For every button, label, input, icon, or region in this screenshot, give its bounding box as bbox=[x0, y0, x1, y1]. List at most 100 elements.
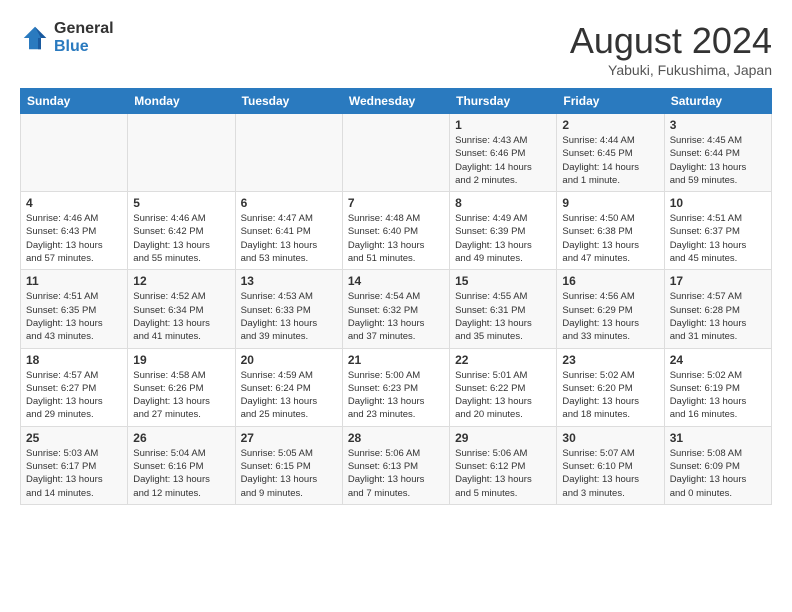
day-number: 6 bbox=[241, 196, 337, 210]
calendar-week-row: 4Sunrise: 4:46 AMSunset: 6:43 PMDaylight… bbox=[21, 192, 772, 270]
day-info: Sunrise: 4:45 AMSunset: 6:44 PMDaylight:… bbox=[670, 134, 766, 187]
day-info: Sunrise: 4:51 AMSunset: 6:35 PMDaylight:… bbox=[26, 290, 122, 343]
day-info: Sunrise: 5:07 AMSunset: 6:10 PMDaylight:… bbox=[562, 447, 658, 500]
day-info: Sunrise: 4:53 AMSunset: 6:33 PMDaylight:… bbox=[241, 290, 337, 343]
calendar-cell: 3 Sunrise: 4:45 AMSunset: 6:44 PMDaylight… bbox=[664, 114, 771, 192]
calendar-cell: 24 Sunrise: 5:02 AMSunset: 6:19 PMDayligh… bbox=[664, 348, 771, 426]
day-number: 12 bbox=[133, 274, 229, 288]
calendar-cell: 9 Sunrise: 4:50 AMSunset: 6:38 PMDaylight… bbox=[557, 192, 664, 270]
month-title: August 2024 bbox=[570, 20, 772, 62]
weekday-header-tuesday: Tuesday bbox=[235, 89, 342, 114]
day-number: 15 bbox=[455, 274, 551, 288]
day-info: Sunrise: 5:08 AMSunset: 6:09 PMDaylight:… bbox=[670, 447, 766, 500]
day-info: Sunrise: 4:49 AMSunset: 6:39 PMDaylight:… bbox=[455, 212, 551, 265]
day-number: 21 bbox=[348, 353, 444, 367]
calendar-cell: 6Sunrise: 4:47 AMSunset: 6:41 PMDaylight… bbox=[235, 192, 342, 270]
day-info: Sunrise: 5:03 AMSunset: 6:17 PMDaylight:… bbox=[26, 447, 122, 500]
page-header: General Blue August 2024 Yabuki, Fukushi… bbox=[20, 20, 772, 78]
day-number: 28 bbox=[348, 431, 444, 445]
day-number: 13 bbox=[241, 274, 337, 288]
day-info: Sunrise: 4:55 AMSunset: 6:31 PMDaylight:… bbox=[455, 290, 551, 343]
calendar-cell: 28 Sunrise: 5:06 AMSunset: 6:13 PMDayligh… bbox=[342, 426, 449, 504]
logo-blue-text: Blue bbox=[54, 38, 114, 56]
calendar-cell bbox=[235, 114, 342, 192]
day-info: Sunrise: 4:44 AMSunset: 6:45 PMDaylight:… bbox=[562, 134, 658, 187]
calendar-cell: 30Sunrise: 5:07 AMSunset: 6:10 PMDayligh… bbox=[557, 426, 664, 504]
day-number: 11 bbox=[26, 274, 122, 288]
calendar-cell: 11 Sunrise: 4:51 AMSunset: 6:35 PMDayligh… bbox=[21, 270, 128, 348]
calendar-cell: 19 Sunrise: 4:58 AMSunset: 6:26 PMDayligh… bbox=[128, 348, 235, 426]
weekday-header-sunday: Sunday bbox=[21, 89, 128, 114]
title-area: August 2024 Yabuki, Fukushima, Japan bbox=[570, 20, 772, 78]
calendar-cell: 31Sunrise: 5:08 AMSunset: 6:09 PMDayligh… bbox=[664, 426, 771, 504]
calendar-cell: 29Sunrise: 5:06 AMSunset: 6:12 PMDayligh… bbox=[450, 426, 557, 504]
day-number: 19 bbox=[133, 353, 229, 367]
day-number: 5 bbox=[133, 196, 229, 210]
day-number: 20 bbox=[241, 353, 337, 367]
calendar-cell bbox=[128, 114, 235, 192]
day-number: 1 bbox=[455, 118, 551, 132]
day-number: 23 bbox=[562, 353, 658, 367]
day-info: Sunrise: 4:57 AMSunset: 6:27 PMDaylight:… bbox=[26, 369, 122, 422]
calendar-table: SundayMondayTuesdayWednesdayThursdayFrid… bbox=[20, 88, 772, 505]
weekday-header-wednesday: Wednesday bbox=[342, 89, 449, 114]
day-number: 10 bbox=[670, 196, 766, 210]
day-info: Sunrise: 4:54 AMSunset: 6:32 PMDaylight:… bbox=[348, 290, 444, 343]
calendar-cell: 1 Sunrise: 4:43 AMSunset: 6:46 PMDaylight… bbox=[450, 114, 557, 192]
calendar-cell: 12 Sunrise: 4:52 AMSunset: 6:34 PMDayligh… bbox=[128, 270, 235, 348]
day-number: 27 bbox=[241, 431, 337, 445]
day-info: Sunrise: 5:06 AMSunset: 6:13 PMDaylight:… bbox=[348, 447, 444, 500]
calendar-cell: 20 Sunrise: 4:59 AMSunset: 6:24 PMDayligh… bbox=[235, 348, 342, 426]
calendar-cell: 18Sunrise: 4:57 AMSunset: 6:27 PMDayligh… bbox=[21, 348, 128, 426]
day-number: 8 bbox=[455, 196, 551, 210]
day-info: Sunrise: 4:50 AMSunset: 6:38 PMDaylight:… bbox=[562, 212, 658, 265]
day-info: Sunrise: 5:04 AMSunset: 6:16 PMDaylight:… bbox=[133, 447, 229, 500]
day-number: 3 bbox=[670, 118, 766, 132]
logo: General Blue bbox=[20, 20, 114, 55]
calendar-week-row: 1 Sunrise: 4:43 AMSunset: 6:46 PMDaylight… bbox=[21, 114, 772, 192]
calendar-cell: 2 Sunrise: 4:44 AMSunset: 6:45 PMDaylight… bbox=[557, 114, 664, 192]
day-number: 2 bbox=[562, 118, 658, 132]
calendar-cell: 13 Sunrise: 4:53 AMSunset: 6:33 PMDayligh… bbox=[235, 270, 342, 348]
calendar-cell: 26 Sunrise: 5:04 AMSunset: 6:16 PMDayligh… bbox=[128, 426, 235, 504]
day-number: 25 bbox=[26, 431, 122, 445]
calendar-cell: 14 Sunrise: 4:54 AMSunset: 6:32 PMDayligh… bbox=[342, 270, 449, 348]
day-info: Sunrise: 4:58 AMSunset: 6:26 PMDaylight:… bbox=[133, 369, 229, 422]
day-number: 9 bbox=[562, 196, 658, 210]
calendar-cell: 7Sunrise: 4:48 AMSunset: 6:40 PMDaylight… bbox=[342, 192, 449, 270]
weekday-header-row: SundayMondayTuesdayWednesdayThursdayFrid… bbox=[21, 89, 772, 114]
weekday-header-friday: Friday bbox=[557, 89, 664, 114]
calendar-cell: 25 Sunrise: 5:03 AMSunset: 6:17 PMDayligh… bbox=[21, 426, 128, 504]
day-info: Sunrise: 5:01 AMSunset: 6:22 PMDaylight:… bbox=[455, 369, 551, 422]
calendar-cell bbox=[342, 114, 449, 192]
day-info: Sunrise: 4:59 AMSunset: 6:24 PMDaylight:… bbox=[241, 369, 337, 422]
day-number: 29 bbox=[455, 431, 551, 445]
calendar-cell: 8 Sunrise: 4:49 AMSunset: 6:39 PMDaylight… bbox=[450, 192, 557, 270]
weekday-header-thursday: Thursday bbox=[450, 89, 557, 114]
calendar-cell: 5Sunrise: 4:46 AMSunset: 6:42 PMDaylight… bbox=[128, 192, 235, 270]
calendar-cell: 15 Sunrise: 4:55 AMSunset: 6:31 PMDayligh… bbox=[450, 270, 557, 348]
day-number: 24 bbox=[670, 353, 766, 367]
day-info: Sunrise: 4:52 AMSunset: 6:34 PMDaylight:… bbox=[133, 290, 229, 343]
calendar-cell bbox=[21, 114, 128, 192]
day-number: 14 bbox=[348, 274, 444, 288]
calendar-cell: 17 Sunrise: 4:57 AMSunset: 6:28 PMDayligh… bbox=[664, 270, 771, 348]
day-info: Sunrise: 5:02 AMSunset: 6:20 PMDaylight:… bbox=[562, 369, 658, 422]
calendar-cell: 27 Sunrise: 5:05 AMSunset: 6:15 PMDayligh… bbox=[235, 426, 342, 504]
day-number: 26 bbox=[133, 431, 229, 445]
calendar-cell: 4Sunrise: 4:46 AMSunset: 6:43 PMDaylight… bbox=[21, 192, 128, 270]
day-info: Sunrise: 4:57 AMSunset: 6:28 PMDaylight:… bbox=[670, 290, 766, 343]
day-info: Sunrise: 4:46 AMSunset: 6:43 PMDaylight:… bbox=[26, 212, 122, 265]
day-number: 17 bbox=[670, 274, 766, 288]
day-info: Sunrise: 4:43 AMSunset: 6:46 PMDaylight:… bbox=[455, 134, 551, 187]
day-info: Sunrise: 5:00 AMSunset: 6:23 PMDaylight:… bbox=[348, 369, 444, 422]
day-info: Sunrise: 4:48 AMSunset: 6:40 PMDaylight:… bbox=[348, 212, 444, 265]
day-info: Sunrise: 4:56 AMSunset: 6:29 PMDaylight:… bbox=[562, 290, 658, 343]
weekday-header-saturday: Saturday bbox=[664, 89, 771, 114]
calendar-cell: 10Sunrise: 4:51 AMSunset: 6:37 PMDayligh… bbox=[664, 192, 771, 270]
day-info: Sunrise: 5:05 AMSunset: 6:15 PMDaylight:… bbox=[241, 447, 337, 500]
day-info: Sunrise: 5:02 AMSunset: 6:19 PMDaylight:… bbox=[670, 369, 766, 422]
logo-text: General Blue bbox=[54, 20, 114, 55]
logo-general-text: General bbox=[54, 20, 114, 38]
calendar-cell: 21 Sunrise: 5:00 AMSunset: 6:23 PMDayligh… bbox=[342, 348, 449, 426]
